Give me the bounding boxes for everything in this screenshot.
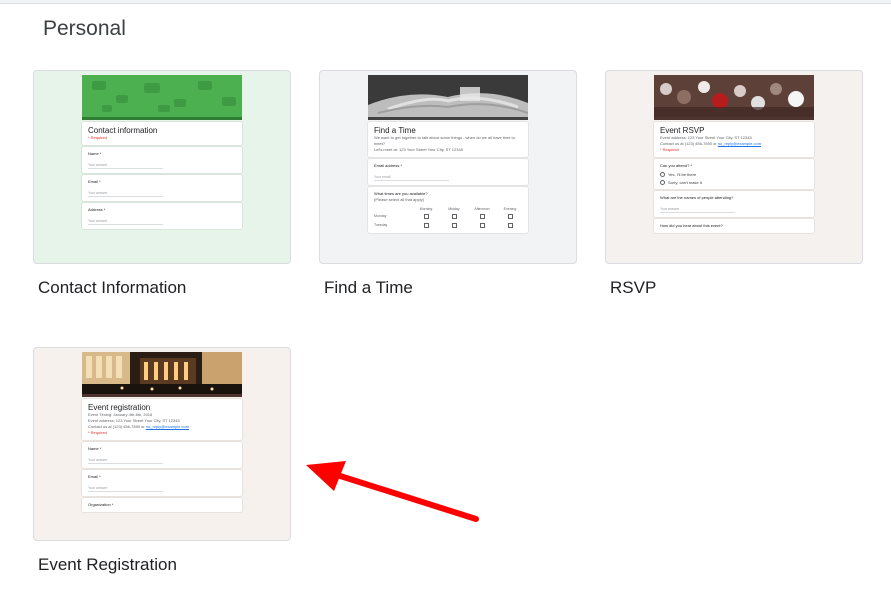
checkbox-icon — [451, 214, 457, 219]
grid-row-label: Monday — [374, 214, 387, 218]
answer-placeholder: Your answer — [88, 191, 163, 197]
accent-bar — [654, 117, 814, 120]
chat-pattern-graphic — [82, 75, 242, 117]
section-title: Personal — [43, 17, 126, 40]
question-label: Name * — [88, 446, 102, 451]
form-description: We want to get together to talk about so… — [374, 135, 515, 146]
form-title: Event RSVP — [660, 126, 705, 135]
grid-col-header: Afternoon — [474, 207, 490, 211]
template-card-rsvp[interactable]: Event RSVP Event address: 123 Your Stree… — [605, 70, 863, 264]
top-divider — [0, 0, 891, 4]
form-header-section: Contact information * Required — [82, 122, 242, 145]
radio-option: Sorry, can't make it — [660, 180, 808, 185]
question-label: Address * — [88, 207, 106, 212]
venue-photo — [82, 352, 242, 394]
required-note: * Required — [88, 430, 107, 435]
accent-bar — [82, 394, 242, 397]
question-section: Can you attend? * Yes, I'll be there Sor… — [654, 159, 814, 189]
form-title: Find a Time — [374, 126, 416, 135]
question-section: Name * Your answer — [82, 147, 242, 173]
answer-placeholder: Your answer — [88, 163, 163, 169]
question-section: Email address * Your email — [368, 159, 528, 185]
question-section: Email * Your answer — [82, 470, 242, 496]
form-description: Let's meet at: 123 Your Street Your City… — [374, 147, 463, 152]
question-section: How did you hear about this event? — [654, 219, 814, 233]
checkbox-icon — [507, 214, 513, 219]
email-link: no_reply@example.com — [717, 141, 762, 146]
checkbox-icon — [479, 214, 485, 219]
answer-placeholder: Your answer — [88, 219, 163, 225]
question-section: Name * Your answer — [82, 442, 242, 468]
question-label: Email * — [88, 179, 101, 184]
grid-col-header: Morning — [419, 207, 433, 211]
form-preview: Event RSVP Event address: 123 Your Stree… — [654, 75, 814, 263]
template-label-event-registration[interactable]: Event Registration — [38, 555, 177, 575]
checkbox-icon — [507, 223, 513, 228]
question-section: Address * Your answer — [82, 203, 242, 229]
accent-bar — [82, 117, 242, 120]
template-card-find-a-time[interactable]: Find a Time We want to get together to t… — [319, 70, 577, 264]
radio-option: Yes, I'll be there — [660, 172, 808, 177]
radio-icon — [660, 172, 665, 177]
checkbox-grid: Morning Midday Afternoon Evening Monday … — [374, 207, 522, 229]
form-preview: Find a Time We want to get together to t… — [368, 75, 528, 263]
radio-icon — [660, 180, 665, 185]
question-label: Email address * — [374, 163, 403, 168]
question-label: What are the names of people attending? — [660, 195, 734, 200]
form-title: Event registration — [88, 403, 151, 412]
checkbox-icon — [479, 223, 485, 228]
question-section: What are the names of people attending? … — [654, 191, 814, 217]
question-label: Email * — [88, 474, 101, 479]
answer-placeholder: Your answer — [88, 458, 163, 464]
form-header-section: Event registration Event Timing: January… — [82, 399, 242, 440]
banner-image — [82, 75, 242, 117]
question-section: Organization * — [82, 498, 242, 512]
template-label-find-a-time[interactable]: Find a Time — [324, 278, 413, 298]
question-label: Name * — [88, 151, 102, 156]
question-section: Email * Your answer — [82, 175, 242, 201]
required-note: * Required — [660, 147, 679, 152]
form-header-section: Find a Time We want to get together to t… — [368, 122, 528, 157]
accent-bar — [368, 117, 528, 120]
answer-placeholder: Your email — [374, 175, 449, 181]
banner-image — [654, 75, 814, 117]
question-label: Can you attend? * — [660, 163, 693, 168]
book-photo — [368, 75, 528, 117]
question-note: (Please select all that apply) — [374, 197, 425, 202]
answer-placeholder: Your answer — [660, 207, 735, 213]
template-card-contact-information[interactable]: Contact information * Required Name * Yo… — [33, 70, 291, 264]
checkbox-icon — [423, 214, 429, 219]
question-label: Organization * — [88, 502, 114, 507]
form-header-section: Event RSVP Event address: 123 Your Stree… — [654, 122, 814, 157]
grid-col-header: Midday — [448, 207, 460, 211]
email-link: no_reply@example.com — [145, 424, 190, 429]
form-preview: Event registration Event Timing: January… — [82, 352, 242, 540]
template-label-contact-information[interactable]: Contact Information — [38, 278, 186, 298]
required-note: * Required — [88, 135, 107, 140]
banner-image — [368, 75, 528, 117]
grid-question-section: What times are you available? (Please se… — [368, 187, 528, 233]
grid-col-header: Evening — [503, 207, 517, 211]
answer-placeholder: Your answer — [88, 486, 163, 492]
form-preview: Contact information * Required Name * Yo… — [82, 75, 242, 263]
grid-row-label: Tuesday — [374, 223, 388, 227]
template-label-rsvp[interactable]: RSVP — [610, 278, 656, 298]
form-title: Contact information — [88, 126, 158, 135]
banner-image — [82, 352, 242, 394]
template-card-event-registration[interactable]: Event registration Event Timing: January… — [33, 347, 291, 541]
crowd-photo — [654, 75, 814, 117]
checkbox-icon — [423, 223, 429, 228]
question-label: How did you hear about this event? — [660, 223, 723, 228]
checkbox-icon — [451, 223, 457, 228]
